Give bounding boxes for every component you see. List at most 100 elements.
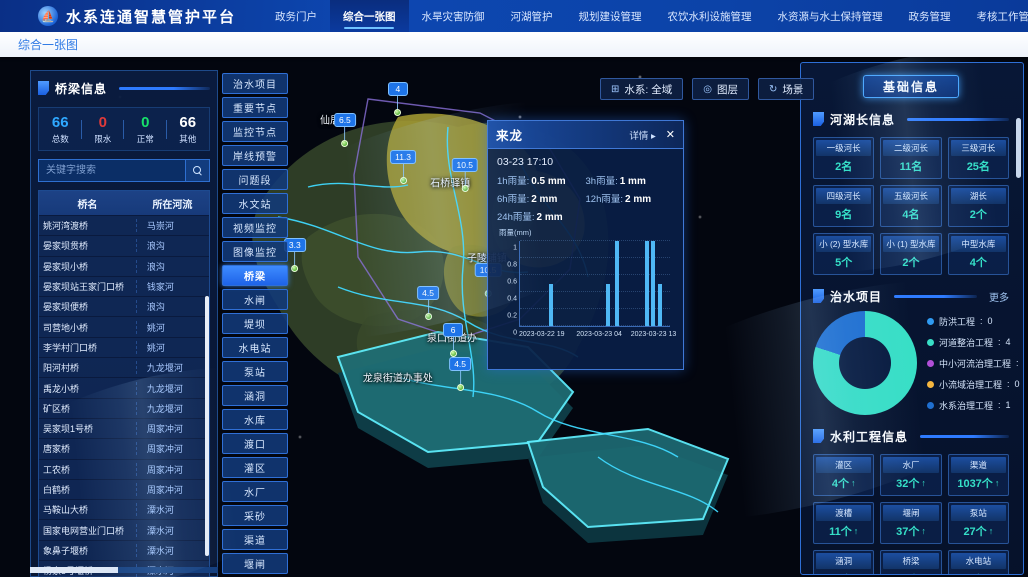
bridge-name-cell: 姚河湾渡桥 [39, 219, 136, 232]
river-chief-card[interactable]: 一级河长 2名 [813, 137, 874, 179]
layer-menu-item[interactable]: 泵站 [222, 361, 288, 382]
river-chief-card[interactable]: 小 (1) 型水库 2个 [880, 233, 941, 275]
water-works-card[interactable]: 堰闸 37个 ↑ [880, 502, 941, 544]
nav-tab[interactable]: 农饮水利设施管理 [655, 0, 765, 32]
layer-menu-item[interactable]: 图像监控 [222, 241, 288, 262]
bridge-table-row[interactable]: 姚河湾渡桥 马崇河 [39, 215, 209, 235]
river-chief-card[interactable]: 二级河长 11名 [880, 137, 941, 179]
river-chief-card[interactable]: 小 (2) 型水库 5个 [813, 233, 874, 275]
layer-menu-item[interactable]: 视频监控 [222, 217, 288, 238]
layer-menu-item[interactable]: 重要节点 [222, 97, 288, 118]
map-station-marker[interactable]: 4 [388, 82, 408, 116]
layer-menu-item[interactable]: 涵洞 [222, 385, 288, 406]
bridge-table-row[interactable]: 马鞍山大桥 潥水河 [39, 499, 209, 519]
water-works-card[interactable]: 泵站 27个 ↑ [948, 502, 1009, 544]
layer-menu-item[interactable]: 水厂 [222, 481, 288, 502]
map-control-button[interactable]: ◎ 图层 [692, 78, 749, 100]
water-works-card[interactable]: 渡槽 11个 ↑ [813, 502, 874, 544]
card-label: 二级河长 [883, 140, 938, 156]
nav-tab[interactable]: 政务管理 [896, 0, 964, 32]
table-horizontal-scrollbar[interactable] [30, 567, 218, 573]
layer-menu-item[interactable]: 治水项目 [222, 73, 288, 94]
popup-detail-link[interactable]: 详情 ▸ [629, 128, 655, 142]
nav-tab[interactable]: 水资源与水土保持管理 [765, 0, 896, 32]
map-station-marker[interactable]: 4.5 [449, 357, 471, 391]
river-chief-card[interactable]: 五级河长 4名 [880, 185, 941, 227]
layer-menu-item[interactable]: 问题段 [222, 169, 288, 190]
nav-tab[interactable]: 政务门户 [262, 0, 330, 32]
map-station-marker[interactable]: 11.3 [390, 150, 416, 184]
bridge-table-row[interactable]: 矿区桥 九龙堰河 [39, 398, 209, 418]
bridge-table-row[interactable]: 阳河村桥 九龙堰河 [39, 357, 209, 377]
card-label: 桥梁 [883, 553, 938, 569]
bridge-river-cell: 钱家河 [136, 280, 209, 293]
bridge-stat-value: 0 [82, 114, 125, 131]
layer-menu-item[interactable]: 水电站 [222, 337, 288, 358]
breadcrumb[interactable]: 综合一张图 [18, 36, 78, 53]
layer-menu-item[interactable]: 水闸 [222, 289, 288, 310]
river-chief-card[interactable]: 四级河长 9名 [813, 185, 874, 227]
card-label: 一级河长 [816, 140, 871, 156]
layer-menu-item[interactable]: 堤坝 [222, 313, 288, 334]
bridge-table-row[interactable]: 晏家坝小桥 浪沟 [39, 256, 209, 276]
map-control-button[interactable]: ↻ 场景 [758, 78, 814, 100]
bridge-table-row[interactable]: 司营地小桥 姚河 [39, 316, 209, 336]
scrollbar-thumb[interactable] [30, 567, 118, 573]
layer-menu-item[interactable]: 采砂 [222, 505, 288, 526]
layer-menu-item[interactable]: 水库 [222, 409, 288, 430]
bridge-table-row[interactable]: 晏家坝贯桥 浪沟 [39, 235, 209, 255]
map-control-button[interactable]: ⊞ 水系: 全域 [600, 78, 683, 100]
bridge-table-row[interactable]: 工农桥 周家冲河 [39, 459, 209, 479]
bridge-table-row[interactable]: 晏家坝站王家门口桥 钱家河 [39, 276, 209, 296]
table-vertical-scrollbar[interactable] [205, 296, 209, 556]
bridge-table-row[interactable]: 吴家坝1号桥 周家冲河 [39, 418, 209, 438]
river-chief-card[interactable]: 三级河长 25名 [948, 137, 1009, 179]
close-icon[interactable]: ✕ [666, 128, 675, 141]
layer-menu-item[interactable]: 渠道 [222, 529, 288, 550]
layer-menu-item[interactable]: 堰闸 [222, 553, 288, 574]
bridge-table-row[interactable]: 白鹤桥 周家冲河 [39, 479, 209, 499]
map-station-marker[interactable]: 4.5 [417, 286, 439, 320]
more-link[interactable]: 更多 [989, 289, 1009, 304]
nav-tab[interactable]: 水旱灾害防御 [409, 0, 498, 32]
layer-menu-item[interactable]: 水文站 [222, 193, 288, 214]
bridge-table-row[interactable]: 禹龙小桥 九龙堰河 [39, 377, 209, 397]
water-works-card[interactable]: 渠道 1037个 ↑ [948, 454, 1009, 496]
project-donut-chart: 防洪工程: 0 河道整治工程: 4 中小河流治理工程: 0 [813, 311, 1009, 415]
river-chief-card[interactable]: 湖长 2个 [948, 185, 1009, 227]
map-station-marker[interactable]: 6 [443, 323, 463, 357]
bridge-table-row[interactable]: 国家电网营业门口桥 潥水河 [39, 519, 209, 539]
layer-menu-item[interactable]: 岸线预警 [222, 145, 288, 166]
rain-metric-value: 0.5 mm [531, 176, 565, 187]
bridge-table-row[interactable]: 晏家坝便桥 浪沟 [39, 296, 209, 316]
bridge-table: 桥名 所在河流 姚河湾渡桥 马崇河 晏家坝贯桥 浪沟 晏家 [38, 190, 210, 577]
bridge-search-input[interactable] [38, 159, 186, 182]
water-works-card[interactable]: 涵洞 47个 ↑ [813, 550, 874, 575]
layer-menu-item[interactable]: 桥梁 [222, 265, 288, 286]
arrow-right-icon: ▸ [651, 131, 656, 142]
river-chief-card[interactable]: 中型水库 4个 [948, 233, 1009, 275]
water-works-card[interactable]: 水电站 3个 ↑ [948, 550, 1009, 575]
basic-info-header-button[interactable]: 基础信息 [863, 75, 959, 98]
layer-menu-item[interactable]: 灌区 [222, 457, 288, 478]
rain-metric-label: 3h雨量: [586, 176, 618, 187]
water-works-card[interactable]: 桥梁 66个 ↑ [880, 550, 941, 575]
nav-tab[interactable]: 规划建设管理 [566, 0, 655, 32]
bridge-table-row[interactable]: 象鼻子堰桥 潥水河 [39, 540, 209, 560]
water-works-card[interactable]: 水厂 32个 ↑ [880, 454, 941, 496]
bridge-table-row[interactable]: 李学村门口桥 姚河 [39, 337, 209, 357]
layer-menu-item[interactable]: 渡口 [222, 433, 288, 454]
layer-menu-item[interactable]: 监控节点 [222, 121, 288, 142]
card-value: 9名 [816, 204, 871, 224]
section-divider [907, 118, 1009, 121]
panel-scrollbar[interactable] [1016, 118, 1021, 178]
nav-tab[interactable]: 综合一张图 [330, 0, 409, 32]
marker-dot-icon [457, 384, 464, 391]
search-button[interactable] [186, 159, 210, 182]
map-station-marker[interactable]: 10.5 [451, 158, 478, 192]
bridge-table-row[interactable]: 唐家桥 周家冲河 [39, 438, 209, 458]
water-works-card[interactable]: 灌区 4个 ↑ [813, 454, 874, 496]
nav-tab[interactable]: 河湖管护 [498, 0, 566, 32]
map-station-marker[interactable]: 6.5 [334, 113, 356, 147]
nav-tab[interactable]: 考核工作管理 [964, 0, 1028, 32]
